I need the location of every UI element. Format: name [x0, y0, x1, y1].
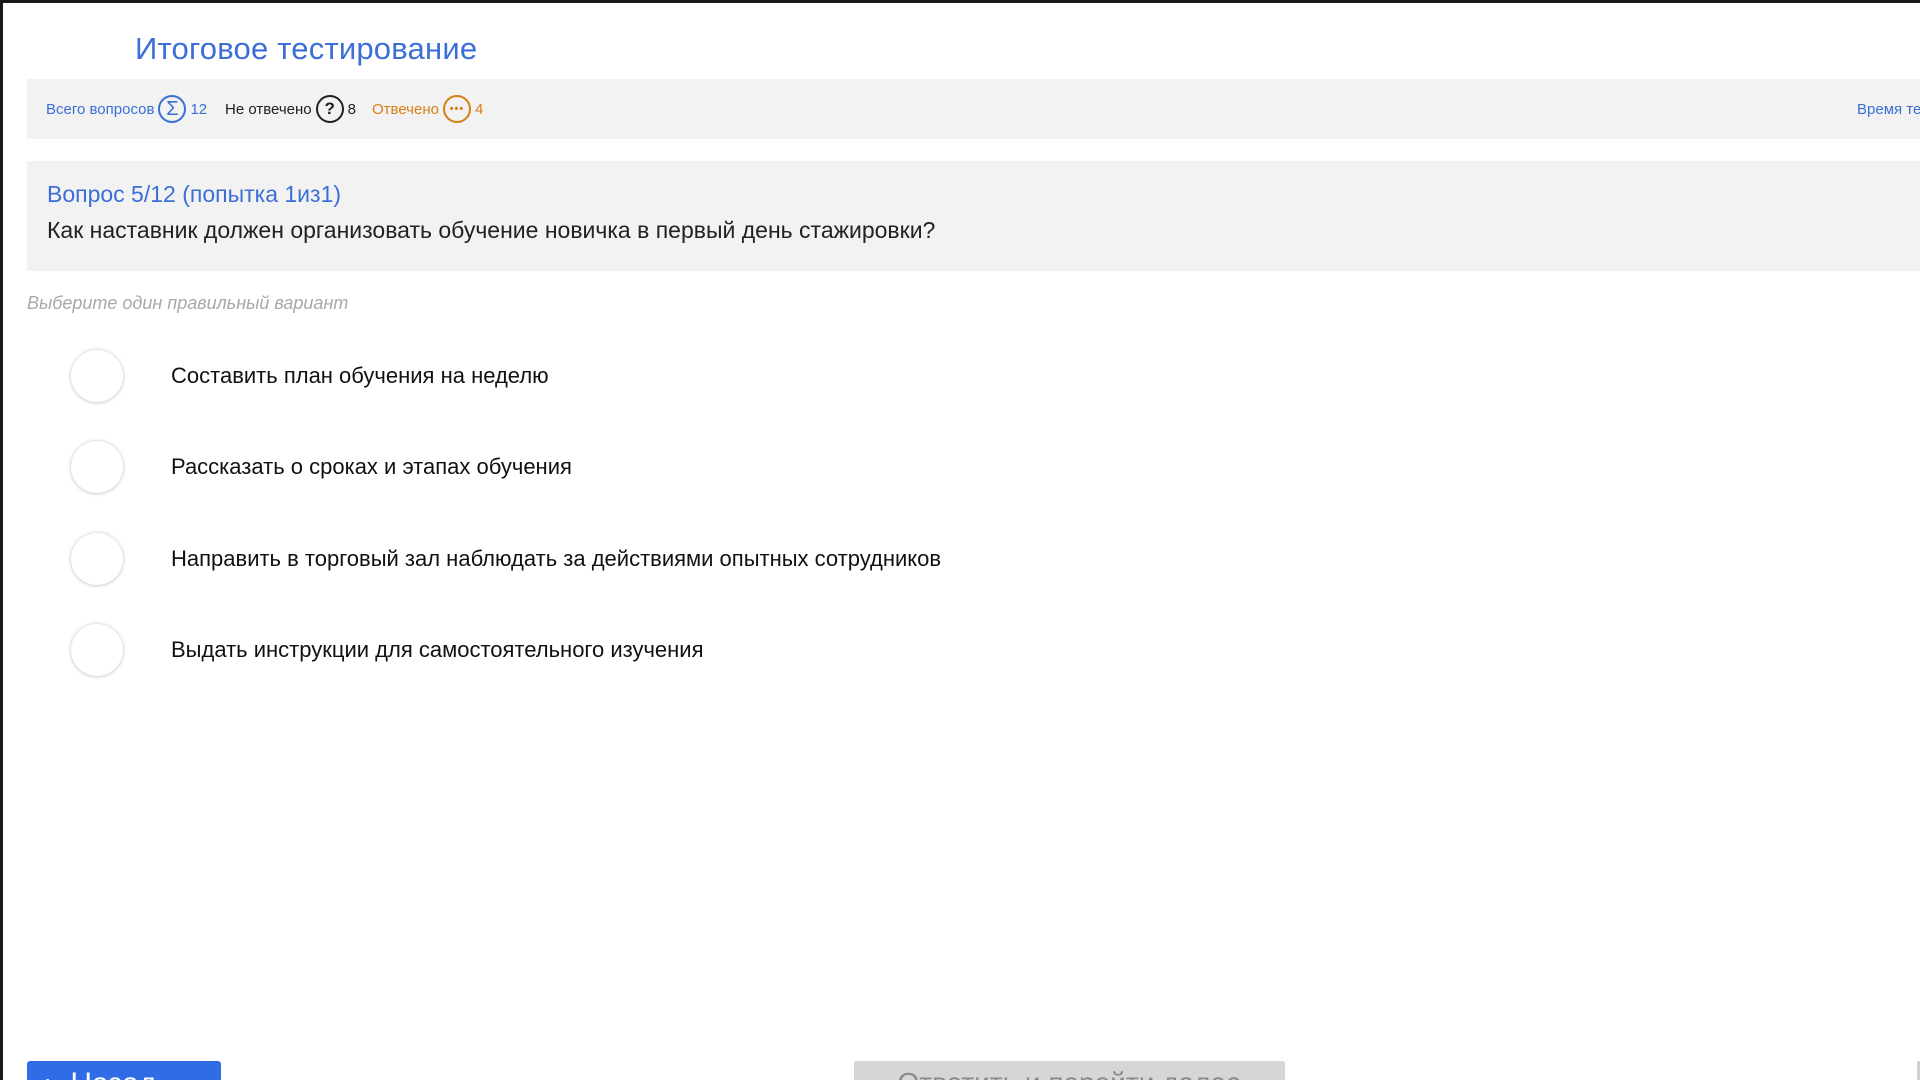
answer-option-label: Выдать инструкции для самостоятельного и… — [171, 637, 704, 662]
stat-answered-label: Отвечено — [372, 100, 439, 118]
answer-option-label: Направить в торговый зал наблюдать за де… — [171, 546, 942, 571]
question-header: Вопрос 5/12 (попытка 1из1) — [47, 181, 342, 207]
sigma-icon: Σ — [158, 95, 187, 123]
radio-button[interactable] — [71, 441, 123, 493]
radio-button[interactable] — [71, 533, 123, 585]
chevron-left-icon: ‹ — [41, 1067, 50, 1080]
stat-unanswered-label: Не отвечено — [225, 100, 312, 118]
stat-total-label: Всего вопросов — [46, 100, 155, 118]
radio-button[interactable] — [71, 350, 123, 402]
answer-option-3[interactable]: Направить в торговый зал наблюдать за де… — [71, 531, 941, 587]
answer-option-label: Составить план обучения на неделю — [171, 363, 549, 388]
answer-option-4[interactable]: Выдать инструкции для самостоятельного и… — [71, 622, 704, 678]
stat-total-count: 12 — [190, 100, 208, 118]
stat-unanswered-count: 8 — [347, 100, 356, 118]
stats-bar: Всего вопросов Σ 12 Не отвечено ? 8 Отве… — [27, 79, 1920, 139]
stat-total-questions: Всего вопросов Σ 12 — [46, 79, 207, 139]
ellipsis-icon: ••• — [442, 95, 471, 123]
question-box: Вопрос 5/12 (попытка 1из1) Как наставник… — [27, 161, 1920, 271]
stat-answered-count: 4 — [474, 100, 484, 118]
question-mark-icon: ? — [315, 95, 344, 123]
stat-answered: Отвечено ••• 4 — [372, 79, 483, 139]
answer-option-label: Рассказать о сроках и этапах обучения — [171, 454, 572, 479]
page-title: Итоговое тестирование — [135, 31, 478, 66]
test-window: Итоговое тестирование Всего вопросов Σ 1… — [0, 0, 1920, 1080]
back-button[interactable]: ‹ Назад — [27, 1061, 221, 1080]
answer-option-1[interactable]: Составить план обучения на неделю — [71, 348, 549, 404]
stat-unanswered: Не отвечено ? 8 — [225, 79, 356, 139]
radio-button[interactable] — [71, 624, 123, 676]
question-text: Как наставник должен организовать обучен… — [47, 217, 936, 243]
timer-label: Время те — [1857, 100, 1920, 118]
answer-option-2[interactable]: Рассказать о сроках и этапах обучения — [71, 439, 572, 495]
answer-instruction: Выберите один правильный вариант — [27, 293, 349, 313]
back-button-label: Назад — [70, 1067, 156, 1080]
answer-and-next-button[interactable]: Ответить и перейти далее — [854, 1061, 1285, 1080]
